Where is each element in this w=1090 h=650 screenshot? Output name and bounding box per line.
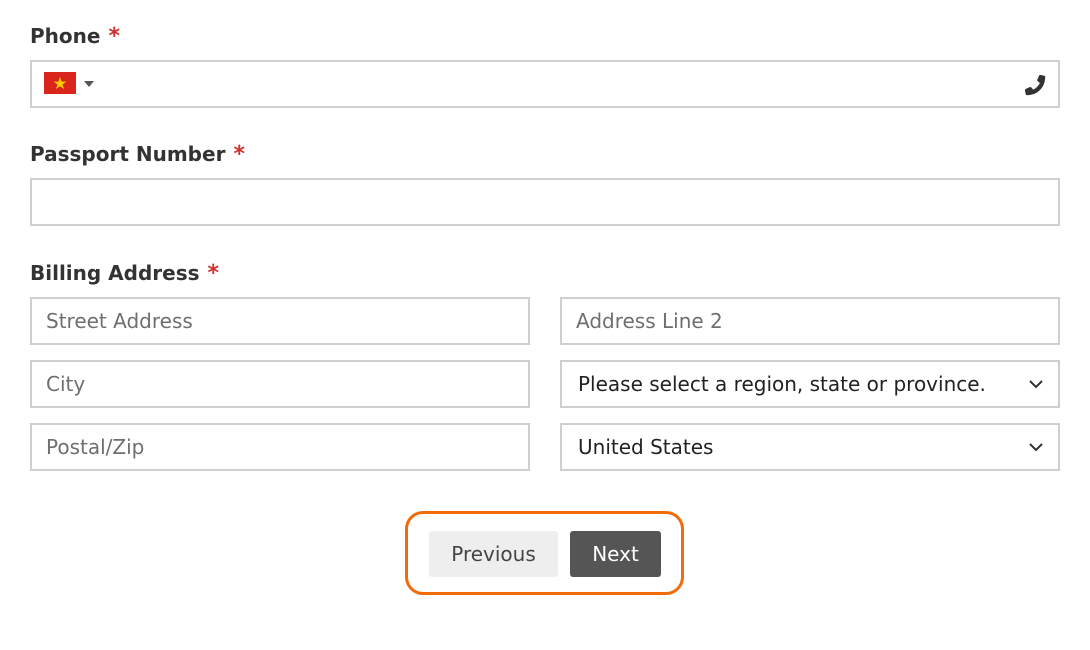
- street-address-field[interactable]: [30, 297, 530, 345]
- postal-input[interactable]: [32, 425, 528, 469]
- address-line2-field[interactable]: [560, 297, 1060, 345]
- phone-icon: [1022, 72, 1048, 98]
- required-asterisk: *: [108, 24, 120, 49]
- billing-label: Billing Address *: [30, 261, 219, 286]
- next-button[interactable]: Next: [570, 531, 661, 577]
- passport-label: Passport Number *: [30, 142, 245, 167]
- phone-label: Phone *: [30, 24, 120, 49]
- phone-label-text: Phone: [30, 24, 101, 48]
- passport-field[interactable]: [30, 178, 1060, 226]
- phone-field[interactable]: [30, 60, 1060, 108]
- street-address-input[interactable]: [32, 299, 528, 343]
- required-asterisk: *: [233, 142, 245, 167]
- country-select[interactable]: United States: [560, 423, 1060, 471]
- region-select-value: Please select a region, state or provinc…: [578, 372, 986, 396]
- city-field[interactable]: [30, 360, 530, 408]
- postal-field[interactable]: [30, 423, 530, 471]
- billing-label-text: Billing Address: [30, 261, 200, 285]
- phone-input[interactable]: [32, 62, 1058, 106]
- country-dropdown-caret-icon[interactable]: [84, 81, 94, 87]
- region-select[interactable]: Please select a region, state or provinc…: [560, 360, 1060, 408]
- vietnam-flag-icon[interactable]: [44, 72, 76, 94]
- chevron-down-icon: [1029, 443, 1043, 452]
- chevron-down-icon: [1029, 380, 1043, 389]
- previous-button[interactable]: Previous: [429, 531, 558, 577]
- address-line2-input[interactable]: [562, 299, 1058, 343]
- required-asterisk: *: [207, 261, 220, 286]
- country-select-value: United States: [578, 435, 714, 459]
- passport-input[interactable]: [32, 180, 1058, 224]
- city-input[interactable]: [32, 362, 528, 406]
- passport-label-text: Passport Number: [30, 142, 226, 166]
